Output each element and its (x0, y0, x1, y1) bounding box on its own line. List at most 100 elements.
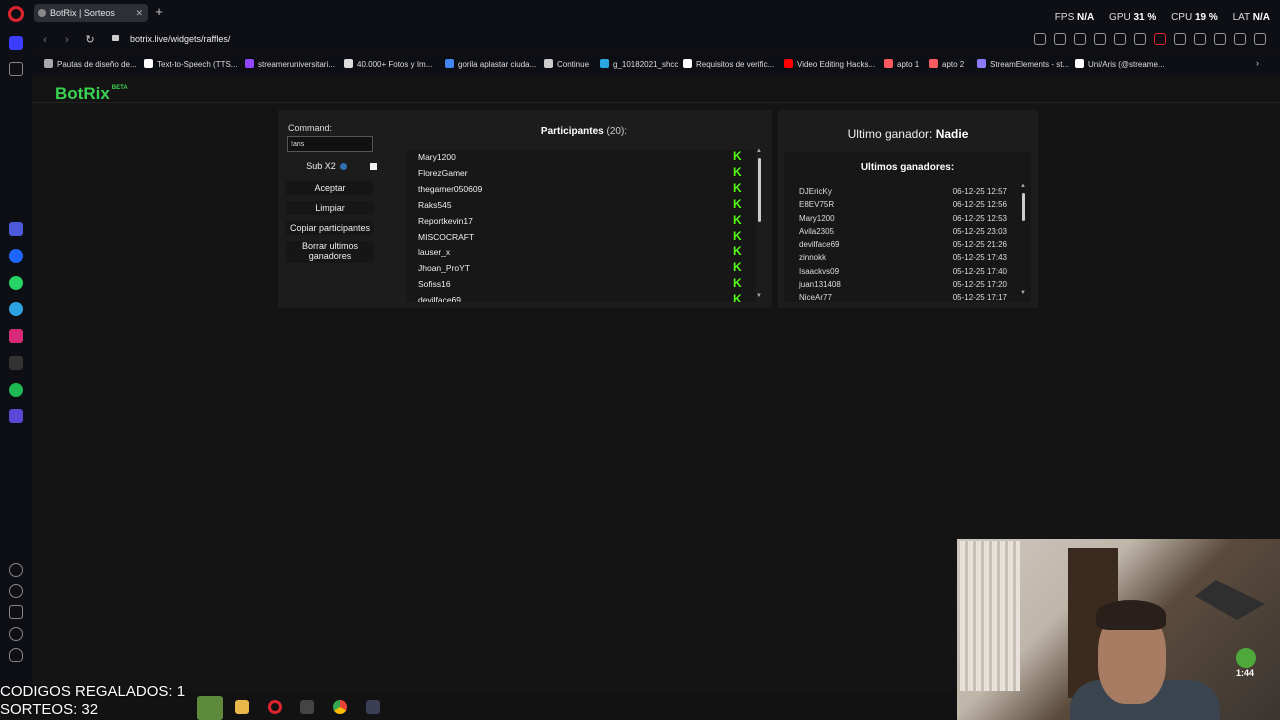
sidebar-aria-icon[interactable] (9, 222, 23, 236)
winner-date: 06-12-25 12:56 (952, 200, 1007, 210)
bookmark-item[interactable]: StreamElements - st... (977, 58, 1069, 72)
copy-participants-button[interactable]: Copiar participantes (286, 221, 374, 235)
wallet-icon[interactable] (1234, 33, 1246, 45)
menu-icon[interactable] (1194, 33, 1206, 45)
shield-icon[interactable] (1094, 33, 1106, 45)
camera-icon[interactable] (1074, 33, 1086, 45)
taskbar-app-icon[interactable] (300, 700, 314, 714)
bookmark-item[interactable]: Requisitos de verific... (683, 58, 774, 72)
tab-botrix-sorteos[interactable]: BotRix | Sorteos ✕ (34, 4, 148, 22)
winner-name: E8EV75R (799, 200, 835, 210)
bookmark-item[interactable]: streameruniversitari... (245, 58, 335, 72)
winners-scroll-up-icon[interactable]: ▲ (1020, 183, 1026, 189)
winner-date: 05-12-25 21:26 (952, 240, 1007, 249)
sidebar-settings-icon[interactable] (9, 627, 23, 641)
sidebar-messenger-icon[interactable] (9, 249, 23, 263)
sidebar-box-icon[interactable] (9, 605, 23, 619)
taskbar-chrome-icon[interactable] (333, 700, 347, 714)
lat-label: LAT (1232, 12, 1250, 23)
winner-date: 05-12-25 17:17 (952, 293, 1007, 302)
participant-row: Reportkevin17 K (418, 214, 742, 228)
taskbar-window-icon[interactable] (366, 700, 380, 714)
delete-last-winners-button[interactable]: Borrar ultimos ganadores (286, 241, 374, 263)
sidebar-history-icon[interactable] (9, 584, 23, 598)
bookmark-item[interactable]: gorila aplastar ciuda... (445, 58, 536, 72)
accept-button[interactable]: Aceptar (286, 181, 374, 195)
bookmark-item[interactable]: Uni/Aris (@streame... (1075, 58, 1165, 72)
tab-close-icon[interactable]: ✕ (135, 4, 143, 22)
sidebar-x-icon[interactable] (9, 356, 23, 370)
sidebar-whatsapp-icon[interactable] (9, 276, 23, 290)
sub-x2-checkbox[interactable] (370, 163, 377, 170)
gpu-label: GPU (1109, 12, 1131, 23)
scroll-down-icon[interactable]: ▼ (756, 293, 762, 299)
sidebar-instagram-icon[interactable] (9, 329, 23, 343)
new-tab-button[interactable]: + (152, 4, 166, 20)
url-field[interactable]: botrix.live/widgets/raffles/ (130, 34, 230, 44)
info-icon[interactable] (340, 163, 347, 170)
play-icon[interactable] (1134, 33, 1146, 45)
bookmark-item[interactable]: Continue (544, 58, 589, 72)
winners-scroll-down-icon[interactable]: ▼ (1020, 290, 1026, 296)
winner-row: Isaackvs09 05-12-25 17:40 (799, 265, 1007, 278)
participant-name: Raks545 (418, 199, 452, 210)
lock-icon[interactable] (112, 35, 119, 41)
sidebar-telegram-icon[interactable] (9, 302, 23, 316)
last-winner-value: Nadie (935, 127, 969, 141)
forward-icon[interactable]: › (60, 33, 74, 47)
reload-icon[interactable]: ↻ (83, 33, 97, 47)
profile-icon[interactable] (1214, 33, 1226, 45)
participants-scrollbar[interactable]: ▲ ▼ (756, 148, 764, 302)
opera-logo-icon[interactable] (8, 6, 24, 22)
settings-icon[interactable] (1254, 33, 1266, 45)
back-icon[interactable]: ‹ (38, 33, 52, 47)
bookmark-item[interactable]: apto 2 (929, 58, 964, 72)
bookmark-label: apto 2 (942, 60, 965, 69)
bookmark-item[interactable]: 40.000+ Fotos y Im... (344, 58, 432, 72)
sidebar-player-icon[interactable] (9, 409, 23, 423)
taskbar-folder-icon[interactable] (235, 700, 249, 714)
scroll-up-icon[interactable]: ▲ (756, 148, 762, 154)
webcam-badge: 1:44 (1236, 668, 1255, 678)
participant-name: Jhoan_ProYT (418, 263, 470, 274)
winners-scrollbar[interactable]: ▲ ▼ (1020, 183, 1028, 300)
winner-name: Isaackvs09 (799, 266, 840, 276)
participant-row: Jhoan_ProYT K (418, 261, 742, 275)
sidebar-home-icon[interactable] (9, 36, 23, 50)
bookmark-item[interactable]: Pautas de diseño de... (44, 58, 137, 72)
bookmark-item[interactable]: g_10182021_shcc (600, 58, 678, 72)
participant-name: Sofiss16 (418, 279, 451, 290)
bookmark-favicon-icon (1075, 59, 1084, 68)
sidebar-bulb-icon[interactable] (9, 648, 23, 662)
sidebar-star-icon[interactable] (9, 62, 23, 76)
participants-list[interactable]: Mary1200 K FlorezGamer Kthegamer050609 K Raks… (407, 150, 756, 302)
download-icon[interactable] (1174, 33, 1186, 45)
taskbar-opera-icon[interactable] (268, 700, 282, 714)
winners-scroll-thumb[interactable] (1022, 193, 1025, 221)
bookmark-item[interactable]: Text-to-Speech (TTS... (144, 58, 237, 72)
taskbar-minecraft-icon[interactable] (197, 696, 223, 720)
heart-icon[interactable] (1154, 33, 1166, 45)
bookmark-item[interactable]: Video Editing Hacks... (784, 58, 875, 72)
participant-name: thegamer050609 (418, 183, 483, 194)
tab-title: BotRix | Sorteos (50, 8, 115, 18)
bookmark-favicon-icon (884, 59, 893, 68)
clear-button[interactable]: Limpiar (286, 201, 374, 215)
search-icon[interactable] (1034, 33, 1046, 45)
edit-icon[interactable] (1054, 33, 1066, 45)
sidebar-spotify-icon[interactable] (9, 383, 23, 397)
winner-row: zinnokk 05-12-25 17:43 (799, 251, 1007, 264)
bookmarks-more-icon[interactable]: › (1256, 58, 1259, 68)
winner-date: 05-12-25 17:20 (952, 279, 1007, 289)
bookmark-label: 40.000+ Fotos y Im... (357, 60, 433, 69)
scroll-thumb[interactable] (758, 158, 761, 222)
bookmark-item[interactable]: apto 1 (884, 58, 919, 72)
cpu-label: CPU (1171, 12, 1193, 23)
bookmark-favicon-icon (683, 59, 692, 68)
bookmark-favicon-icon (144, 59, 153, 68)
botrix-logo[interactable]: BotRix BETA (55, 84, 128, 104)
bookmark-favicon-icon (44, 59, 53, 68)
command-input[interactable] (287, 136, 373, 152)
extension-icon[interactable] (1114, 33, 1126, 45)
sidebar-heart-icon[interactable] (9, 563, 23, 577)
